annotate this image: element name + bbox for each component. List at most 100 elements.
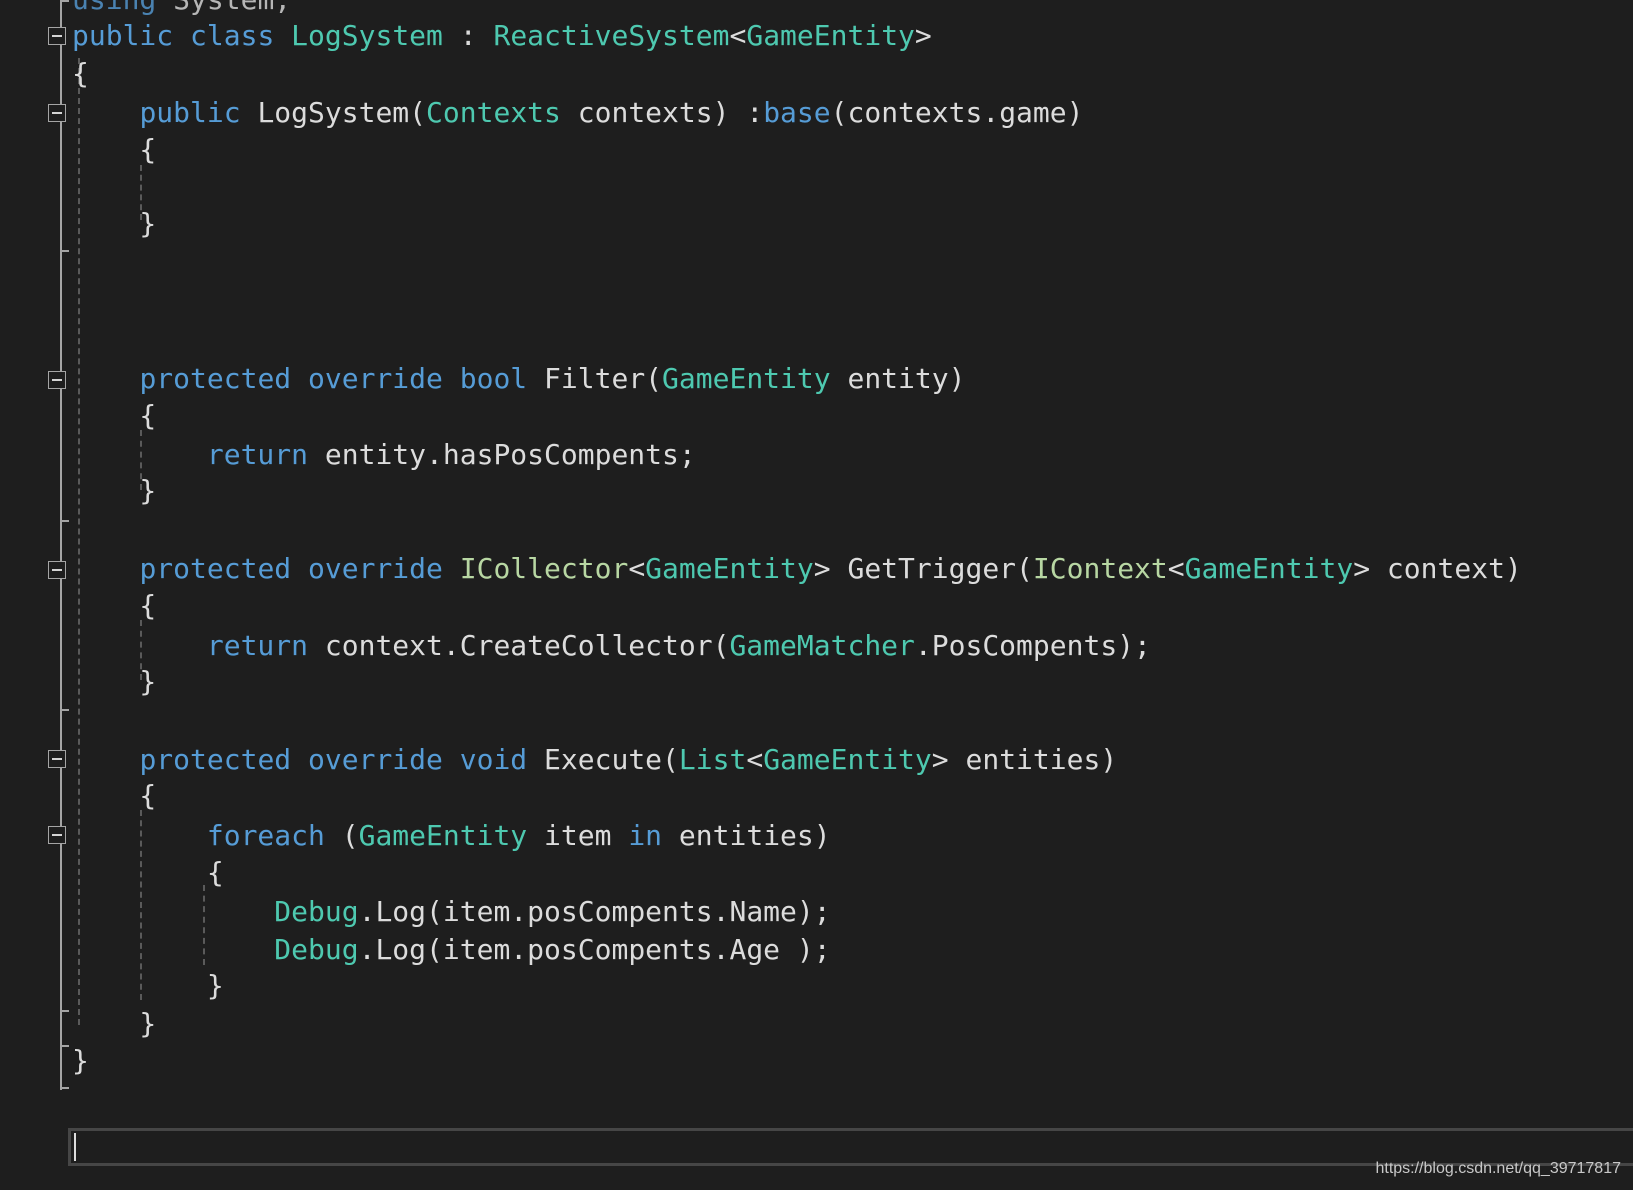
code-token: } [72,969,224,1002]
code-token: .Log(item.posCompents.Age ); [358,933,831,966]
code-line[interactable]: { [72,397,156,435]
code-token: item [527,819,629,852]
watermark: https://blog.csdn.net/qq_39717817 [1375,1160,1621,1177]
code-token: return [206,438,309,471]
code-line[interactable]: { [72,777,156,815]
code-token: .Log(item.posCompents.Name); [358,895,831,928]
code-token: override [308,552,443,585]
code-line[interactable]: protected override ICollector<GameEntity… [72,550,1522,588]
collapse-toggle-icon[interactable] [48,371,66,389]
outline-tick [60,709,69,711]
code-editor[interactable]: using System;public class LogSystem : Re… [0,0,1633,1190]
code-token: > [914,19,932,52]
code-token: entity.hasPosCompents; [308,438,696,471]
code-line[interactable]: } [72,663,156,701]
outline-tick [60,520,69,522]
code-line[interactable]: public class LogSystem : ReactiveSystem<… [72,17,932,55]
code-token: foreach [206,819,325,852]
code-token: : [442,19,494,52]
code-token: LogSystem( [240,96,427,129]
code-token: override [308,743,443,776]
code-line[interactable]: public LogSystem(Contexts contexts) :bas… [72,94,1083,132]
code-line[interactable]: protected override bool Filter(GameEntit… [72,360,965,398]
code-token: public [72,19,174,52]
code-token: > GetTrigger( [813,552,1033,585]
code-token: < [1167,552,1185,585]
outline-tick [60,250,69,252]
code-token: in [628,819,663,852]
code-line[interactable]: Debug.Log(item.posCompents.Age ); [72,931,831,969]
code-token: Contexts [426,96,561,129]
code-token: entity) [830,362,966,395]
code-token: GameEntity [746,19,915,52]
code-line[interactable]: foreach (GameEntity item in entities) [72,817,831,855]
code-line[interactable]: return context.CreateCollector(GameMatch… [72,627,1151,665]
code-token: using [72,0,156,16]
collapse-toggle-icon[interactable] [48,826,66,844]
code-token: Execute( [527,743,679,776]
code-token: } [72,474,157,507]
code-token: } [72,665,157,698]
code-token: GameEntity [763,743,932,776]
code-token: > entities) [931,743,1118,776]
outline-tick [60,1010,69,1012]
collapse-toggle-icon[interactable] [48,750,66,768]
collapse-toggle-icon[interactable] [48,27,66,45]
code-token: > context) [1353,552,1522,585]
code-token: protected [139,743,292,776]
code-token: .PosCompents); [914,629,1151,662]
code-token: return [206,629,309,662]
code-token: base [763,96,831,129]
code-token: } [72,1044,89,1077]
code-line[interactable]: { [72,854,224,892]
code-token: class [190,19,275,52]
code-token: { [72,856,224,889]
code-token: { [72,57,89,90]
code-token: Filter( [527,362,663,395]
outline-rule [60,0,62,1090]
code-token: < [746,743,764,776]
code-line[interactable]: { [72,131,156,169]
code-token: { [72,589,157,622]
code-line[interactable]: return entity.hasPosCompents; [72,436,696,474]
code-token: { [72,779,157,812]
code-token: < [628,552,646,585]
code-token: entities) [662,819,831,852]
code-line[interactable]: } [72,967,224,1005]
code-token: void [459,743,528,776]
text-caret [74,1133,76,1161]
code-line[interactable]: } [72,1042,89,1080]
code-token: System; [156,0,291,16]
code-token: } [72,207,157,240]
code-line[interactable]: } [72,205,156,243]
code-line[interactable]: } [72,1005,156,1043]
code-token: GameEntity [358,819,528,852]
code-line[interactable]: { [72,587,156,625]
outline-tick [60,0,69,2]
code-line[interactable]: } [72,472,156,510]
code-token: GameEntity [662,362,831,395]
collapse-toggle-icon[interactable] [48,561,66,579]
code-line[interactable]: Debug.Log(item.posCompents.Name); [72,893,831,931]
code-line[interactable]: { [72,55,89,93]
code-token: GameEntity [645,552,814,585]
code-token: LogSystem [291,19,443,52]
code-line[interactable]: protected override void Execute(List<Gam… [72,741,1117,779]
code-token: context.CreateCollector( [308,629,730,662]
outline-tick [60,1045,69,1047]
code-token: protected [139,552,292,585]
collapse-toggle-icon[interactable] [48,104,66,122]
code-token: } [72,1007,157,1040]
code-token: ReactiveSystem [493,19,730,52]
